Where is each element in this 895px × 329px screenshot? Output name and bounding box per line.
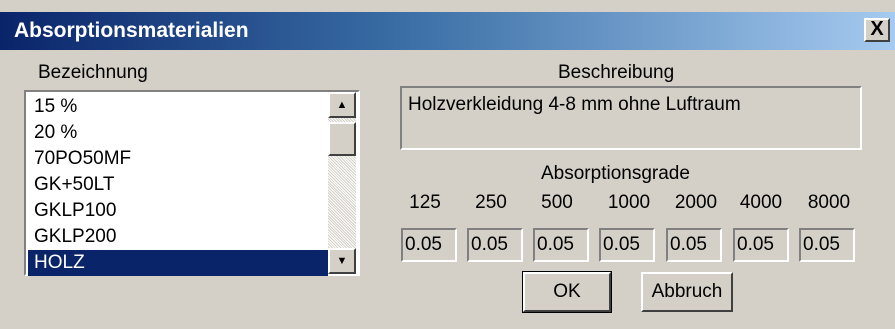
coefficient-field[interactable]: 0.05 [666,228,722,262]
frequency-label: 125 [409,192,441,213]
vertical-scrollbar[interactable]: ▲ ▼ [328,92,356,274]
window-title: Absorptionsmaterialien [14,19,249,42]
list-item[interactable]: GK+50LT [28,172,328,198]
list-item[interactable]: GKLP100 [28,198,328,224]
title-bar: Absorptionsmaterialien X [0,12,895,50]
coefficient-field[interactable]: 0.05 [533,228,589,262]
description-field[interactable]: Holzverkleidung 4-8 mm ohne Luftraum [400,86,862,150]
description-header: Beschreibung [558,62,675,83]
scroll-up-icon[interactable]: ▲ [328,92,356,118]
frequency-label: 250 [475,192,507,213]
close-button[interactable]: X [864,18,890,42]
coefficient-field[interactable]: 0.05 [799,228,855,262]
coefficient-field[interactable]: 0.05 [599,228,655,262]
frequency-label: 1000 [607,192,651,213]
coefficient-field[interactable]: 0.05 [467,228,523,262]
absorption-header: Absorptionsgrade [541,163,690,184]
coefficient-field[interactable]: 0.05 [733,228,789,262]
coefficient-field[interactable]: 0.05 [401,228,457,262]
list-item[interactable]: 70PO50MF [28,146,328,172]
material-listbox[interactable]: 15 % 20 % 70PO50MF GK+50LT GKLP100 GKLP2… [24,90,360,276]
frequency-label: 4000 [739,192,783,213]
list-item[interactable]: 15 % [28,94,328,120]
scroll-down-icon[interactable]: ▼ [328,248,356,274]
list-item[interactable]: GKLP200 [28,224,328,250]
cancel-button[interactable]: Abbruch [641,272,733,312]
frequency-label: 500 [541,192,573,213]
frequency-label: 2000 [674,192,718,213]
ok-button[interactable]: OK [522,271,612,313]
list-header: Bezeichnung [38,62,148,83]
scroll-thumb[interactable] [328,122,356,156]
list-item[interactable]: 20 % [28,120,328,146]
frequency-label: 8000 [807,192,851,213]
list-item-selected[interactable]: HOLZ [28,250,328,276]
